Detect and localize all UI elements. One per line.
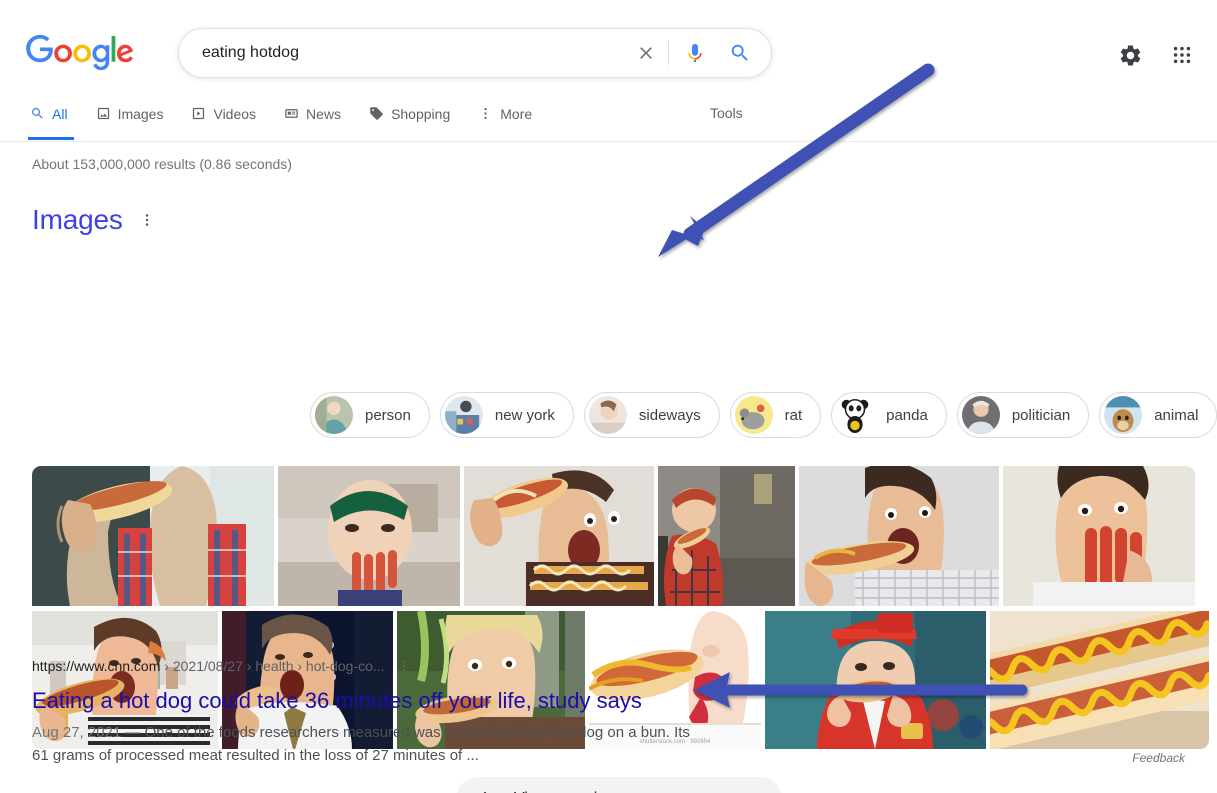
microphone-icon[interactable] xyxy=(673,31,717,75)
chip-animal-label: animal xyxy=(1154,406,1199,424)
tab-more[interactable]: More xyxy=(478,96,548,140)
clear-search-icon[interactable] xyxy=(624,31,668,75)
chip-politician-label: politician xyxy=(1011,406,1071,424)
panda-thumb xyxy=(836,396,875,434)
search-input[interactable]: eating hotdog xyxy=(179,42,624,64)
chip-animal[interactable]: animal xyxy=(1099,392,1217,438)
images-pack: Images person new york sideways rat pand… xyxy=(0,194,1217,793)
result-kebab-icon[interactable] xyxy=(393,656,415,676)
chip-panda[interactable]: panda xyxy=(831,392,947,438)
result-url-row: https://www.cnn.com › 2021/08/27 › healt… xyxy=(32,655,792,677)
image-thumb[interactable] xyxy=(32,466,274,606)
tab-all[interactable]: All xyxy=(28,96,84,140)
related-searches-chips: person new york sideways rat panda polit… xyxy=(310,392,1217,438)
result-url[interactable]: https://www.cnn.com › 2021/08/27 › healt… xyxy=(32,658,385,674)
gear-icon[interactable] xyxy=(1113,38,1147,72)
image-thumb[interactable] xyxy=(990,611,1209,749)
person-thumb xyxy=(315,396,353,434)
rat-thumb xyxy=(734,396,773,434)
animal-thumb xyxy=(1104,396,1143,434)
images-pack-title[interactable]: Images xyxy=(32,204,123,236)
image-thumb[interactable] xyxy=(765,611,986,749)
snippet-date: Aug 27, 2021 — xyxy=(32,724,141,741)
page-header: eating hotdog xyxy=(0,0,1217,96)
google-search-results-page: eating hotdog All Images Videos News Sho… xyxy=(0,0,1217,793)
chip-person-label: person xyxy=(365,406,411,424)
tab-more-label: More xyxy=(500,106,533,122)
images-feedback-link[interactable]: Feedback xyxy=(1132,751,1185,765)
apps-grid-icon[interactable] xyxy=(1165,38,1199,72)
images-header: Images xyxy=(0,194,1217,246)
tab-shopping[interactable]: Shopping xyxy=(369,96,466,140)
search-tabs: All Images Videos News Shopping More Too… xyxy=(0,96,1217,142)
tab-news[interactable]: News xyxy=(284,96,357,140)
image-thumb[interactable] xyxy=(1003,466,1195,606)
chip-panda-label: panda xyxy=(886,406,928,424)
image-thumb[interactable] xyxy=(464,466,654,606)
tab-shopping-label: Shopping xyxy=(391,106,451,122)
chip-sideways[interactable]: sideways xyxy=(583,392,720,438)
chip-politician[interactable]: politician xyxy=(956,392,1090,438)
chip-sideways-label: sideways xyxy=(638,406,701,424)
result-snippet: Aug 27, 2021 — One of the foods research… xyxy=(32,721,692,767)
chip-new-york[interactable]: new york xyxy=(439,392,574,438)
view-more-images-button[interactable]: View more images xyxy=(456,777,782,793)
search-box[interactable]: eating hotdog xyxy=(178,28,772,78)
result-stats: About 153,000,000 results (0.86 seconds) xyxy=(32,156,292,172)
result-url-crumbs: › 2021/08/27 › health › hot-dog-co... xyxy=(164,658,385,674)
tab-news-label: News xyxy=(306,106,342,122)
header-actions xyxy=(1113,38,1199,72)
tab-images[interactable]: Images xyxy=(96,96,180,140)
chip-rat-label: rat xyxy=(784,406,803,424)
tab-images-label: Images xyxy=(117,106,164,122)
tab-all-label: All xyxy=(52,106,68,122)
result-title-link[interactable]: Eating a hot dog could take 36 minutes o… xyxy=(32,687,792,715)
result-url-domain: https://www.cnn.com xyxy=(32,658,161,674)
search-submit-icon[interactable] xyxy=(717,31,763,75)
arrow-right-icon xyxy=(456,788,514,793)
sideways-thumb xyxy=(588,396,627,434)
image-thumb[interactable] xyxy=(658,466,795,606)
chip-person[interactable]: person xyxy=(310,392,430,438)
newyork-thumb xyxy=(444,396,483,434)
chip-new-york-label: new york xyxy=(494,406,555,424)
image-thumb[interactable] xyxy=(799,466,999,606)
tab-videos[interactable]: Videos xyxy=(191,96,272,140)
image-grid-row-1 xyxy=(32,466,1195,606)
image-thumb[interactable] xyxy=(278,466,460,606)
images-kebab-icon[interactable] xyxy=(139,212,155,228)
politician-thumb xyxy=(961,396,1000,434)
tabbar-divider xyxy=(0,141,1217,142)
search-divider xyxy=(668,41,669,65)
organic-result: https://www.cnn.com › 2021/08/27 › healt… xyxy=(32,655,792,767)
tab-videos-label: Videos xyxy=(213,106,257,122)
tools-button[interactable]: Tools xyxy=(710,105,743,121)
google-logo[interactable] xyxy=(26,34,134,72)
chip-rat[interactable]: rat xyxy=(729,392,822,438)
